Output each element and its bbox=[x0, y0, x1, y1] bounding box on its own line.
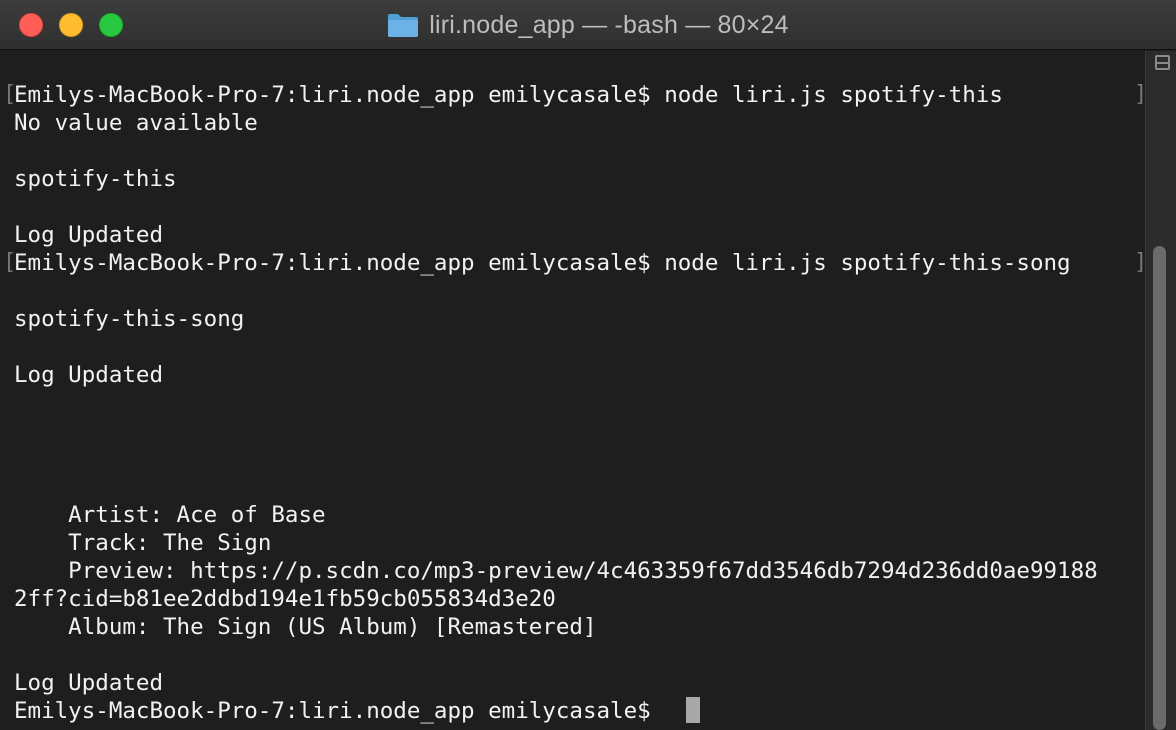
terminal-prompt-line: Emilys-MacBook-Pro-7:liri.node_app emily… bbox=[14, 698, 665, 724]
mark-bracket-right: ] bbox=[1134, 81, 1145, 109]
terminal-line: Log Updated bbox=[14, 670, 164, 696]
window-title-area: liri.node_app — -bash — 80×24 bbox=[0, 0, 1176, 50]
terminal-line: Emilys-MacBook-Pro-7:liri.node_app emily… bbox=[14, 250, 1071, 276]
terminal-line: No value available bbox=[14, 110, 258, 136]
vertical-scrollbar[interactable] bbox=[1145, 51, 1176, 730]
terminal-line: Artist: Ace of Base bbox=[14, 502, 326, 528]
window-title: liri.node_app — -bash — 80×24 bbox=[429, 10, 789, 39]
terminal-window: liri.node_app — -bash — 80×24 [ ] [ ] Em… bbox=[0, 0, 1176, 730]
split-pane-icon[interactable] bbox=[1155, 55, 1170, 70]
terminal-output[interactable]: [ ] [ ] Emilys-MacBook-Pro-7:liri.node_a… bbox=[0, 51, 1145, 730]
terminal-line: spotify-this bbox=[14, 166, 177, 192]
folder-icon bbox=[388, 14, 419, 37]
terminal-line: Album: The Sign (US Album) [Remastered] bbox=[14, 614, 597, 640]
terminal-line: Track: The Sign bbox=[14, 530, 272, 556]
terminal-line: Log Updated bbox=[14, 222, 164, 248]
terminal-line: Log Updated bbox=[14, 362, 164, 388]
text-cursor bbox=[686, 697, 700, 723]
terminal-line: Preview: https://p.scdn.co/mp3-preview/4… bbox=[14, 558, 1098, 584]
scrollbar-thumb[interactable] bbox=[1153, 246, 1166, 730]
title-bar[interactable]: liri.node_app — -bash — 80×24 bbox=[0, 0, 1176, 50]
terminal-line: 2ff?cid=b81ee2ddbd194e1fb59cb055834d3e20 bbox=[14, 586, 556, 612]
terminal-line: spotify-this-song bbox=[14, 306, 245, 332]
mark-bracket-right: ] bbox=[1134, 249, 1145, 277]
terminal-line: Emilys-MacBook-Pro-7:liri.node_app emily… bbox=[14, 82, 1003, 108]
